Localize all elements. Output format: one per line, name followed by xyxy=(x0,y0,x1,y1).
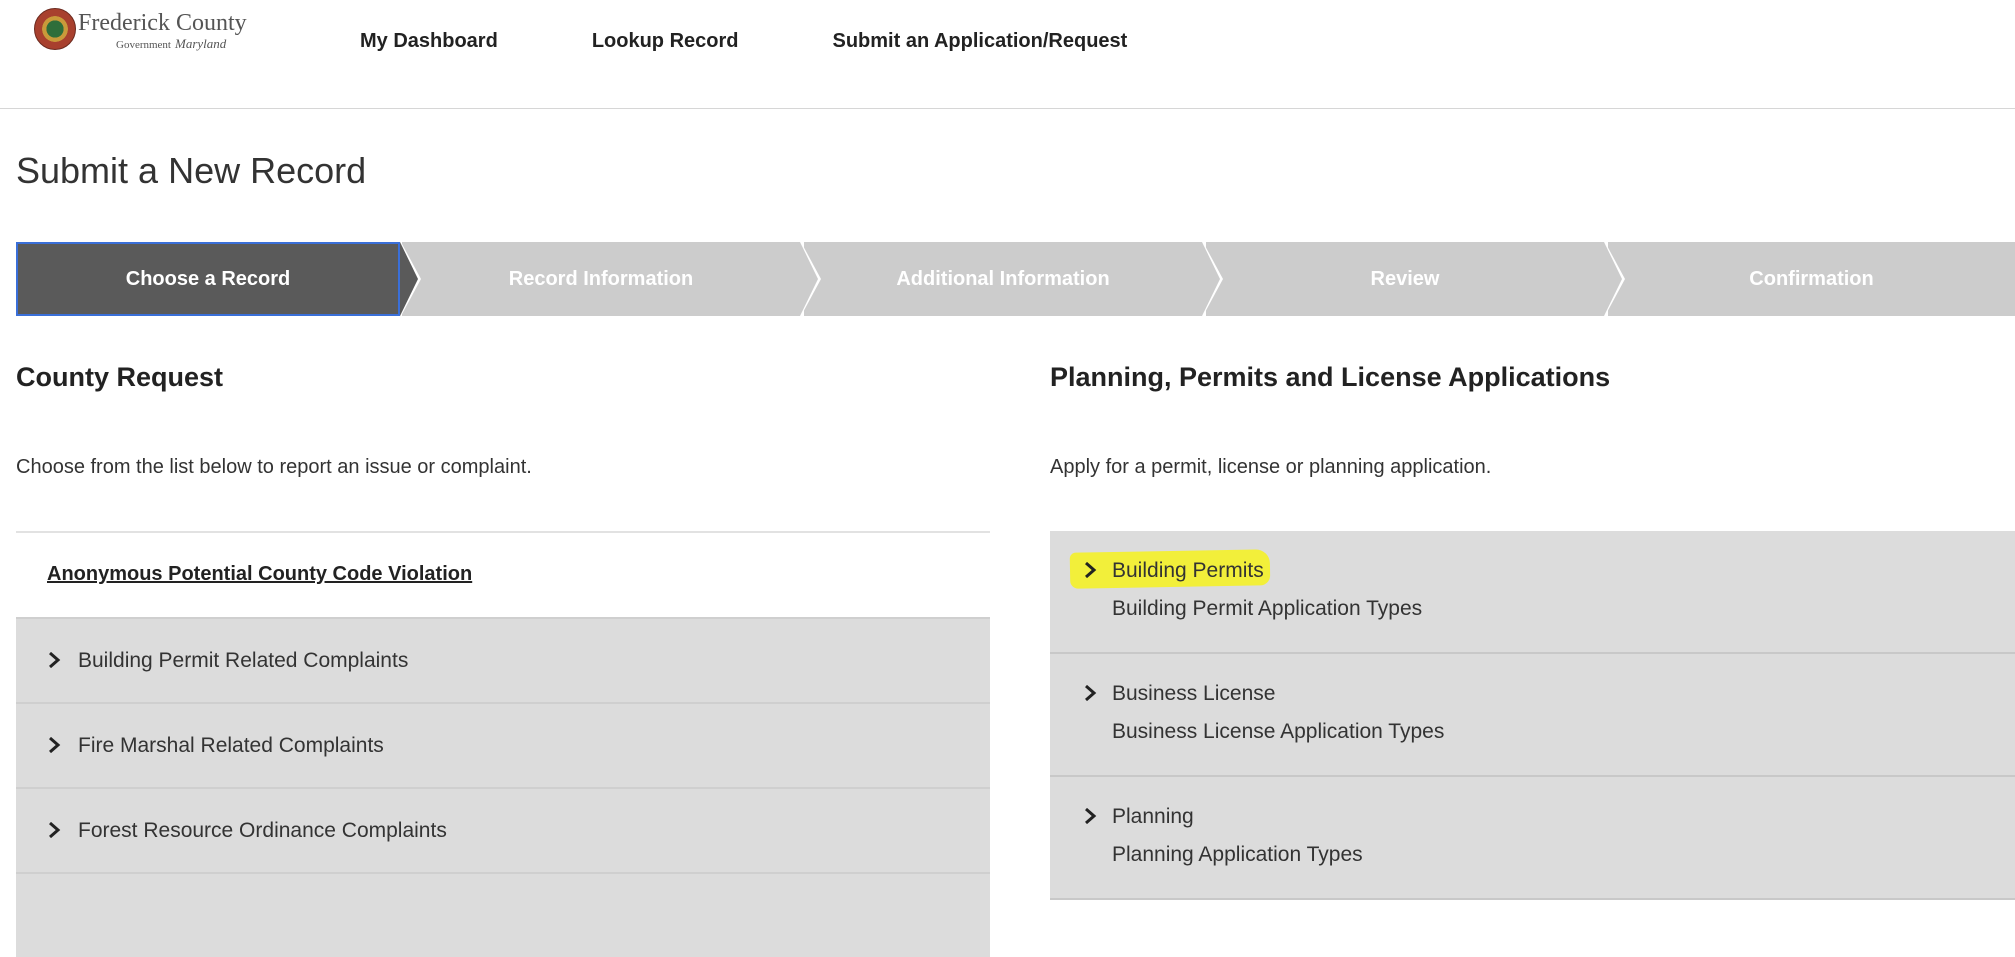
step-additional-information: Additional Information xyxy=(804,242,1223,316)
nav-submit-application[interactable]: Submit an Application/Request xyxy=(832,30,1127,53)
step-record-information: Record Information xyxy=(402,242,821,316)
list-item[interactable] xyxy=(16,874,990,957)
list-item-label[interactable]: Building Permits xyxy=(1112,559,1264,583)
main-nav: My Dashboard Lookup Record Submit an App… xyxy=(360,30,1127,53)
list-item: Anonymous Potential County Code Violatio… xyxy=(16,533,990,619)
top-header: Frederick County Government Maryland My D… xyxy=(0,0,2015,109)
step-label: Choose a Record xyxy=(125,267,291,290)
county-request-list: Anonymous Potential County Code Violatio… xyxy=(16,531,990,957)
anonymous-violation-link[interactable]: Anonymous Potential County Code Violatio… xyxy=(47,563,472,586)
list-item-label[interactable]: Business License xyxy=(1112,682,1275,706)
step-progress-bar: Choose a Record Record Information Addit… xyxy=(16,242,2015,316)
list-item-fire-marshal-complaints[interactable]: Fire Marshal Related Complaints xyxy=(16,704,990,789)
logo-subtitle: Government Maryland xyxy=(116,36,227,51)
list-item-label[interactable]: Forest Resource Ordinance Complaints xyxy=(78,819,447,843)
page-title: Submit a New Record xyxy=(16,150,367,191)
county-request-description: Choose from the list below to report an … xyxy=(16,456,532,478)
planning-list: Building Permits Building Permit Applica… xyxy=(1050,531,2015,900)
county-seal-icon xyxy=(34,8,76,50)
planning-description: Apply for a permit, license or planning … xyxy=(1050,456,1492,478)
step-label: Confirmation xyxy=(1749,267,1874,290)
nav-my-dashboard[interactable]: My Dashboard xyxy=(360,30,498,53)
planning-section: Planning, Permits and License Applicatio… xyxy=(1050,362,2015,900)
county-request-section: County Request Choose from the list belo… xyxy=(16,362,990,957)
chevron-right-icon xyxy=(48,822,61,838)
list-item-subtitle: Business License Application Types xyxy=(1112,720,1445,743)
list-item-business-license[interactable]: Business License Business License Applic… xyxy=(1050,654,2015,777)
step-confirmation: Confirmation xyxy=(1608,242,2015,316)
chevron-right-icon xyxy=(48,652,61,668)
planning-heading: Planning, Permits and License Applicatio… xyxy=(1050,362,1611,392)
list-item-label[interactable]: Planning xyxy=(1112,805,1194,829)
nav-lookup-record[interactable]: Lookup Record xyxy=(592,30,739,53)
list-item-label[interactable]: Building Permit Related Complaints xyxy=(78,649,408,673)
chevron-right-icon xyxy=(1084,685,1097,701)
list-item-planning[interactable]: Planning Planning Application Types xyxy=(1050,777,2015,900)
county-logo[interactable]: Frederick County Government Maryland xyxy=(34,6,274,56)
step-review: Review xyxy=(1206,242,1625,316)
list-item-subtitle: Building Permit Application Types xyxy=(1112,597,1423,620)
logo-name: Frederick County xyxy=(78,10,247,36)
list-item-building-permits[interactable]: Building Permits Building Permit Applica… xyxy=(1050,531,2015,654)
step-label: Additional Information xyxy=(896,267,1110,290)
chevron-right-icon xyxy=(1084,808,1097,824)
list-item-label[interactable]: Fire Marshal Related Complaints xyxy=(78,734,384,758)
list-item-subtitle: Planning Application Types xyxy=(1112,843,1363,866)
list-item-building-permit-complaints[interactable]: Building Permit Related Complaints xyxy=(16,619,990,704)
step-label: Review xyxy=(1370,267,1440,290)
step-choose-record: Choose a Record xyxy=(16,242,421,316)
county-request-heading: County Request xyxy=(16,362,224,392)
list-item-forest-resource-complaints[interactable]: Forest Resource Ordinance Complaints xyxy=(16,789,990,874)
chevron-right-icon xyxy=(48,737,61,753)
chevron-right-icon xyxy=(1084,562,1097,578)
step-label: Record Information xyxy=(508,267,694,290)
